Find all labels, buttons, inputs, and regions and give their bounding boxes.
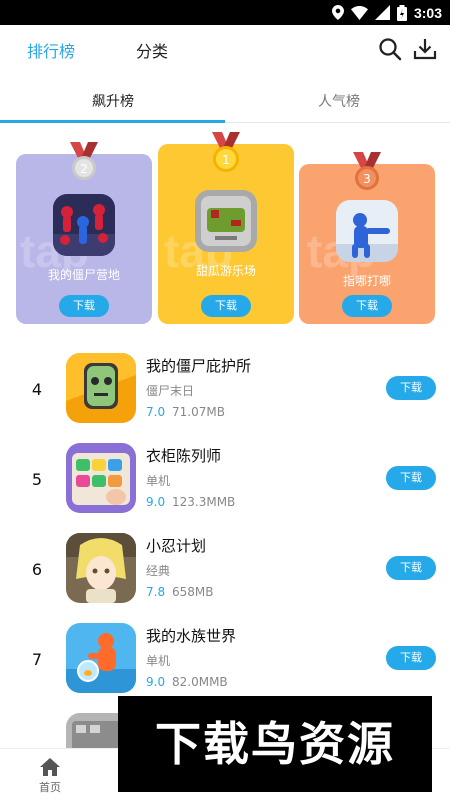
list-item[interactable]: 4 我的僵尸庇护所 僵尸末日 7.0 71.07MB 下载 xyxy=(0,353,450,443)
location-icon xyxy=(331,5,344,20)
game-score: 7.8 xyxy=(146,585,166,599)
home-icon xyxy=(40,758,60,776)
gold-medal-icon: 1 xyxy=(212,132,240,172)
game-name: 我的水族世界 xyxy=(146,627,237,645)
game-category: 经典 xyxy=(146,564,171,578)
app-screen: 3:03 排行榜 分类 飙升榜 人气榜 tap 我的僵尸营地 下载 tap 甜瓜… xyxy=(0,0,450,800)
game-score: 9.0 xyxy=(146,495,166,509)
game-icon xyxy=(66,353,136,423)
game-icon xyxy=(66,443,136,513)
status-bar: 3:03 xyxy=(0,0,450,25)
game-name: 我的僵尸庇护所 xyxy=(146,357,252,375)
rank-number: 4 xyxy=(31,380,43,399)
watermark-banner: 下载鸟资源 xyxy=(118,696,432,792)
nav-home-label: 首页 xyxy=(39,781,61,794)
download-icon[interactable] xyxy=(413,37,437,61)
download-button[interactable]: 下载 xyxy=(386,646,436,670)
silver-medal-icon: 2 xyxy=(70,142,98,180)
signal-icon xyxy=(374,5,390,20)
game-icon xyxy=(66,533,136,603)
game-size: 82.0MMB xyxy=(172,675,228,689)
podium-title: 指哪打哪 xyxy=(342,274,391,288)
game-category: 僵尸末日 xyxy=(146,384,195,398)
medal-rank: 3 xyxy=(363,172,371,186)
top-header: 排行榜 分类 xyxy=(0,25,450,75)
game-size: 123.3MMB xyxy=(172,495,236,509)
wifi-icon xyxy=(350,5,368,20)
ranking-subtabs: 飙升榜 人气榜 xyxy=(0,78,450,126)
game-icon xyxy=(53,194,115,256)
rank-number: 6 xyxy=(31,560,43,579)
game-score: 9.0 xyxy=(146,675,166,689)
subtab-rising[interactable]: 飙升榜 xyxy=(92,91,134,111)
podium-title: 甜瓜游乐场 xyxy=(195,264,256,278)
download-button[interactable]: 下载 xyxy=(342,295,392,317)
rank-number: 7 xyxy=(31,650,43,669)
subtab-active-indicator xyxy=(0,120,225,123)
download-button[interactable]: 下载 xyxy=(386,466,436,490)
battery-icon xyxy=(396,4,407,21)
game-icon xyxy=(336,200,398,262)
tab-category[interactable]: 分类 xyxy=(136,38,168,62)
medal-rank: 2 xyxy=(80,162,88,176)
game-score: 7.0 xyxy=(146,405,166,419)
download-button[interactable]: 下载 xyxy=(201,295,251,317)
nav-home[interactable]: 首页 xyxy=(30,755,70,795)
game-name: 衣柜陈列师 xyxy=(146,447,222,465)
status-icons: 3:03 xyxy=(331,4,442,21)
bronze-medal-icon: 3 xyxy=(353,152,381,190)
list-item[interactable]: 6 小忍计划 经典 7.8 658MB 下载 xyxy=(0,533,450,623)
download-button[interactable]: 下载 xyxy=(59,295,109,317)
rank-number: 5 xyxy=(31,470,43,489)
status-time: 3:03 xyxy=(413,4,442,21)
podium-title: 我的僵尸营地 xyxy=(47,268,120,282)
game-size: 71.07MB xyxy=(172,405,225,419)
search-icon[interactable] xyxy=(378,37,402,61)
game-category: 单机 xyxy=(146,474,171,488)
game-category: 单机 xyxy=(146,654,171,668)
tab-ranking[interactable]: 排行榜 xyxy=(27,38,75,62)
list-item[interactable]: 5 衣柜陈列师 单机 9.0 123.3MMB 下载 xyxy=(0,443,450,533)
subtab-popular[interactable]: 人气榜 xyxy=(318,91,360,111)
game-size: 658MB xyxy=(172,585,214,599)
game-icon xyxy=(66,623,136,693)
download-button[interactable]: 下载 xyxy=(386,376,436,400)
game-icon xyxy=(195,190,257,252)
game-name: 小忍计划 xyxy=(146,537,207,555)
download-button[interactable]: 下载 xyxy=(386,556,436,580)
medal-rank: 1 xyxy=(222,153,230,167)
